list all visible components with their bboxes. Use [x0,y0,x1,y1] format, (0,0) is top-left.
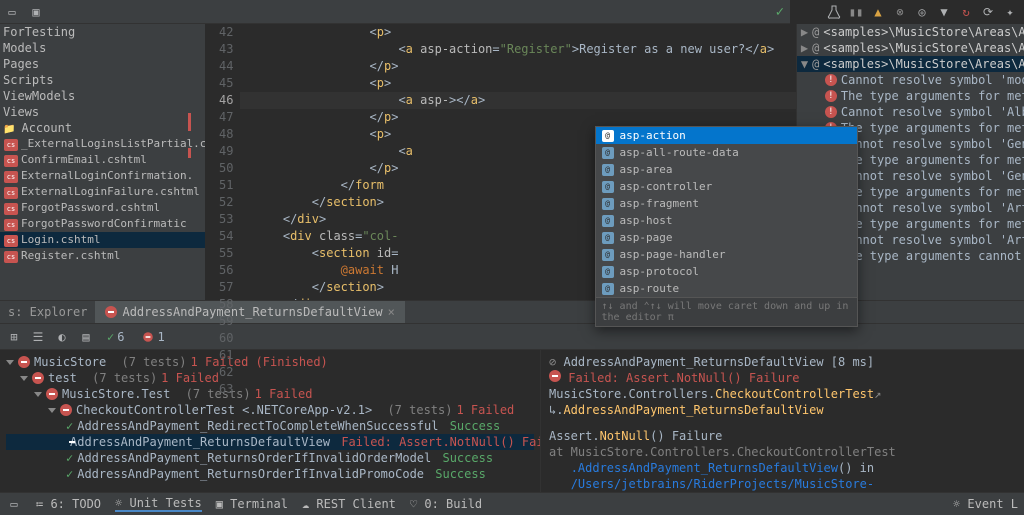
tree-icon[interactable]: ☰ [30,329,46,345]
tree-folder[interactable]: ViewModels [0,88,205,104]
tree-folder-account[interactable]: Account [0,120,205,136]
pause-icon[interactable]: ▮▮ [848,4,864,20]
test-item[interactable]: ✓ AddressAndPayment_ReturnsOrderIfInvali… [6,450,534,466]
pass-count[interactable]: ✓6 [102,329,129,345]
tree-folder[interactable]: Models [0,40,205,56]
fail-icon [18,356,30,368]
tree-folder[interactable]: Views [0,104,205,120]
file-item[interactable]: csConfirmEmail.cshtml [0,152,205,168]
file-item[interactable]: csRegister.cshtml [0,248,205,264]
fail-icon [32,372,44,384]
sync-icon[interactable]: ⟳ [980,4,996,20]
fail-icon [105,306,117,318]
event-log-tab[interactable]: ☼ Event L [953,497,1018,511]
fail-icon [549,370,561,382]
contrast-icon[interactable]: ◐ [54,329,70,345]
tree-folder[interactable]: ForTesting [0,24,205,40]
file-item[interactable]: csForgotPassword.cshtml [0,200,205,216]
fail-icon [46,388,58,400]
autocomplete-item[interactable]: @asp-page [596,229,857,246]
tool-tabs: s: Explorer AddressAndPayment_ReturnsDef… [0,300,1024,324]
layers-icon[interactable]: ▤ [78,329,94,345]
explorer-label: s: Explorer [0,305,95,319]
collapse-icon[interactable]: ▣ [28,4,44,20]
test-item[interactable]: ✓ AddressAndPayment_ReturnsOrderIfInvali… [6,466,534,482]
error-file-item[interactable]: ▶@ <samples>\MusicStore\Areas\Ad [797,40,1024,56]
tab-test-result[interactable]: AddressAndPayment_ReturnsDefaultView × [95,301,404,323]
autocomplete-item[interactable]: @asp-route [596,280,857,297]
tree-folder[interactable]: Pages [0,56,205,72]
terminal-tab[interactable]: ▣ Terminal [216,497,288,511]
unit-tests-tab[interactable]: ☼ Unit Tests [115,496,202,512]
test-item[interactable]: AddressAndPayment_ReturnsDefaultView Fai… [6,434,534,450]
project-sidebar[interactable]: ForTesting Models Pages Scripts ViewMode… [0,24,205,300]
error-file-item[interactable]: ▶@ <samples>\MusicStore\Areas\Ad [797,24,1024,40]
autocomplete-item[interactable]: @asp-protocol [596,263,857,280]
test-item[interactable]: ✓ AddressAndPayment_RedirectToCompleteWh… [6,418,534,434]
autocomplete-popup[interactable]: @asp-action@asp-all-route-data@asp-area@… [595,126,858,327]
build-tab[interactable]: ♡ 0: Build [410,497,482,511]
autocomplete-hint: ↑↓ and ⌃↑↓ will move caret down and up i… [596,297,857,326]
output-title: AddressAndPayment_ReturnsDefaultView [8 … [563,355,874,369]
wrench-icon[interactable]: ✦ [1002,4,1018,20]
file-item[interactable]: csExternalLoginFailure.cshtml [0,184,205,200]
tree-folder[interactable]: Scripts [0,72,205,88]
target-icon[interactable]: ◎ [914,4,930,20]
autocomplete-item[interactable]: @asp-page-handler [596,246,857,263]
autocomplete-item[interactable]: @asp-fragment [596,195,857,212]
refresh-icon[interactable]: ↻ [958,4,974,20]
test-filter-bar: ⊞ ☰ ◐ ▤ ✓6 1 [0,324,1024,350]
toolbar-right: ▮▮ ▲ ⊗ ◎ ▼ ↻ ⟳ ✦ [820,0,1024,24]
flask-icon[interactable] [826,4,842,20]
autocomplete-item[interactable]: @asp-host [596,212,857,229]
status-bar: ▭ ≔ 6: TODO ☼ Unit Tests ▣ Terminal ☁ RE… [0,492,1024,515]
error-item[interactable]: !The type arguments for method [797,88,1024,104]
tab-label: AddressAndPayment_ReturnsDefaultView [122,305,382,319]
fail-icon [60,404,72,416]
eye-off-icon[interactable]: ⊗ [892,4,908,20]
file-item[interactable]: cs_ExternalLoginsListPartial.c [0,136,205,152]
error-item[interactable]: !Cannot resolve symbol 'model' [797,72,1024,88]
stacktrace-link[interactable]: .AddressAndPayment_ReturnsDefaultView [571,461,838,475]
menu-icon[interactable]: ▭ [6,496,22,512]
test-tree[interactable]: MusicStore (7 tests) 1 Failed (Finished)… [0,350,540,498]
autocomplete-item[interactable]: @asp-all-route-data [596,144,857,161]
expand-icon[interactable]: ⊞ [6,329,22,345]
file-item[interactable]: csLogin.cshtml [0,232,205,248]
filter-icon[interactable]: ▼ [936,4,952,20]
test-output[interactable]: ⊘ AddressAndPayment_ReturnsDefaultView [… [540,350,1024,498]
file-item[interactable]: csForgotPasswordConfirmatic [0,216,205,232]
rest-client-tab[interactable]: ☁ REST Client [302,497,396,511]
hide-icon[interactable]: ▭ [4,4,20,20]
close-icon[interactable]: × [388,305,395,319]
warning-icon[interactable]: ▲ [870,4,886,20]
autocomplete-item[interactable]: @asp-action [596,127,857,144]
code-editor[interactable]: 4243444546474849505152535455565758596061… [205,24,796,300]
top-toolbar: ▭ ▣ [0,0,790,24]
error-file-item[interactable]: ▼@ <samples>\MusicStore\Areas\Ad [797,56,1024,72]
file-item[interactable]: csExternalLoginConfirmation. [0,168,205,184]
fail-count[interactable]: 1 [137,329,169,345]
error-item[interactable]: !Cannot resolve symbol 'AlbumId' [797,104,1024,120]
check-icon: ✓ [776,4,784,20]
autocomplete-item[interactable]: @asp-controller [596,178,857,195]
line-gutter: 4243444546474849505152535455565758596061… [205,24,240,300]
autocomplete-item[interactable]: @asp-area [596,161,857,178]
todo-tab[interactable]: ≔ 6: TODO [36,497,101,511]
